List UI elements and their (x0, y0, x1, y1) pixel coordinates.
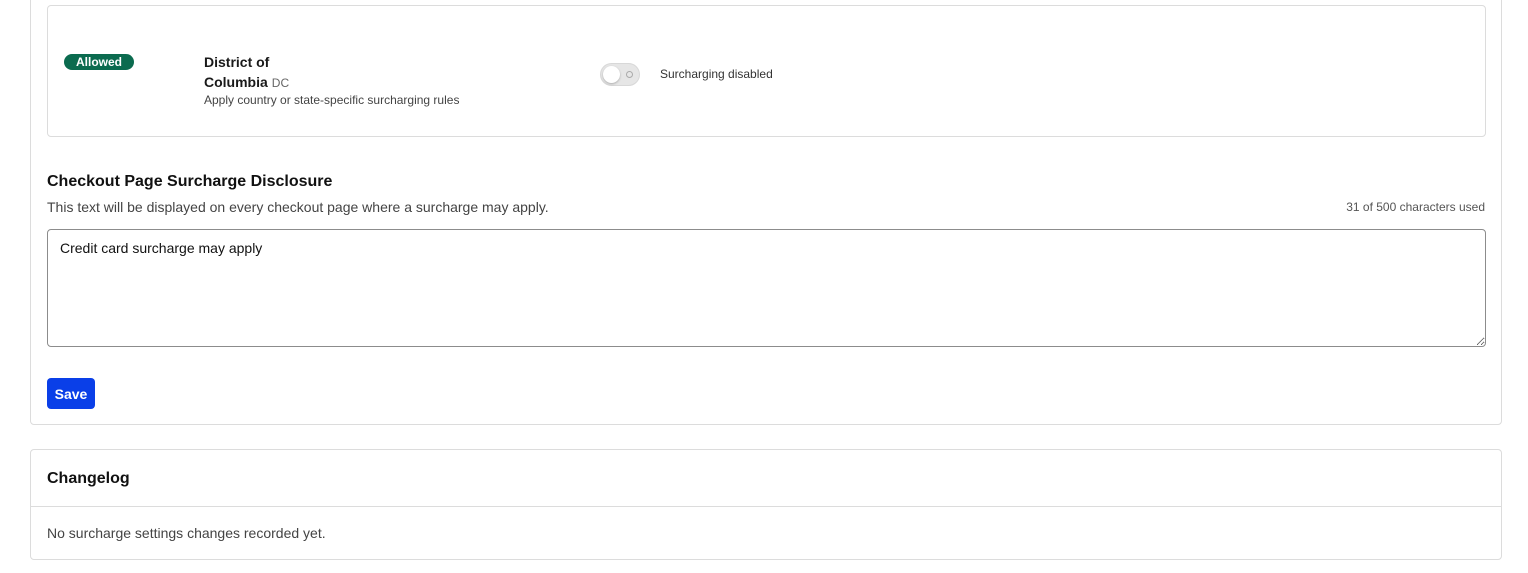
disclosure-description: This text will be displayed on every che… (47, 199, 549, 215)
region-description: Apply country or state-specific surcharg… (204, 93, 460, 107)
region-name: District of Columbia DC (204, 52, 294, 93)
region-name-label: District of Columbia (204, 54, 270, 90)
surcharging-status-label: Surcharging disabled (660, 67, 773, 81)
changelog-card: Changelog No surcharge settings changes … (30, 449, 1502, 560)
status-badge: Allowed (64, 54, 134, 70)
toggle-off-icon (626, 71, 633, 78)
changelog-title: Changelog (47, 470, 130, 487)
changelog-header: Changelog (31, 450, 1501, 507)
surcharging-toggle[interactable] (600, 63, 640, 86)
page: Allowed District of Columbia DC Apply cou… (0, 0, 1528, 573)
disclosure-textarea[interactable]: Credit card surcharge may apply (47, 229, 1486, 347)
character-count: 31 of 500 characters used (1346, 200, 1485, 214)
disclosure-title: Checkout Page Surcharge Disclosure (47, 173, 333, 190)
region-code: DC (271, 76, 290, 90)
toggle-knob (603, 66, 620, 83)
save-button[interactable]: Save (47, 378, 95, 409)
region-row-dc: Allowed District of Columbia DC Apply cou… (47, 5, 1486, 137)
surcharge-settings-card: Allowed District of Columbia DC Apply cou… (30, 0, 1502, 425)
changelog-empty-message: No surcharge settings changes recorded y… (47, 525, 326, 541)
